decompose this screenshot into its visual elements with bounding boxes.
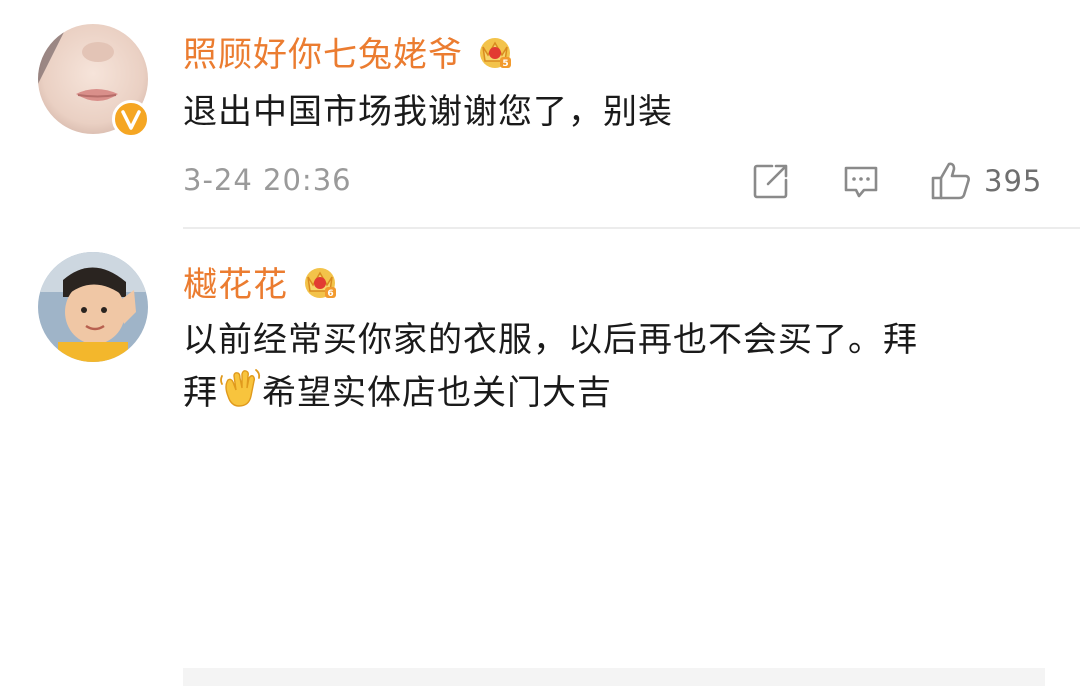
- comment-text-line: 以前经常买你家的衣服，以后再也不会买了。拜: [183, 320, 918, 360]
- comment-text: 退出中国市场我谢谢您了，别装: [183, 92, 673, 132]
- username-row: 照顾好你七兔姥爷 5: [183, 26, 515, 76]
- svg-text:6: 6: [327, 289, 333, 299]
- share-button[interactable]: [752, 162, 790, 200]
- comment-item: 樾花花 6 以前经常买你家的衣服，以后再也不会买了。拜 拜 希望实体店也关门大吉: [0, 228, 1080, 686]
- verified-badge-icon: [112, 100, 150, 138]
- timestamp: 3-24 20:36: [183, 163, 352, 197]
- like-icon: [931, 162, 970, 200]
- share-icon: [753, 164, 788, 199]
- like-count: 395: [984, 164, 1043, 198]
- comment-text: 以前经常买你家的衣服，以后再也不会买了。拜 拜 希望实体店也关门大吉: [183, 314, 1043, 419]
- reply-button[interactable]: [842, 162, 880, 200]
- username-row: 樾花花 6: [183, 256, 340, 306]
- vip-crown-icon: 5: [480, 38, 511, 69]
- vip-crown-icon: 6: [305, 268, 336, 299]
- comment-item: 照顾好你七兔姥爷 5 退出中国市场我谢谢您了，别装 3-24 20:36 395: [0, 0, 1080, 229]
- svg-text:5: 5: [502, 59, 508, 69]
- like-button[interactable]: 395: [930, 160, 1042, 202]
- action-bar: 395: [752, 160, 1042, 202]
- wave-hand-emoji: [220, 369, 261, 407]
- username[interactable]: 照顾好你七兔姥爷: [183, 27, 463, 76]
- comment-icon: [844, 166, 878, 198]
- comment-text-line: 拜 希望实体店也关门大吉: [183, 366, 1043, 419]
- footer-strip: [183, 668, 1045, 686]
- username[interactable]: 樾花花: [183, 257, 288, 306]
- avatar[interactable]: [38, 252, 148, 362]
